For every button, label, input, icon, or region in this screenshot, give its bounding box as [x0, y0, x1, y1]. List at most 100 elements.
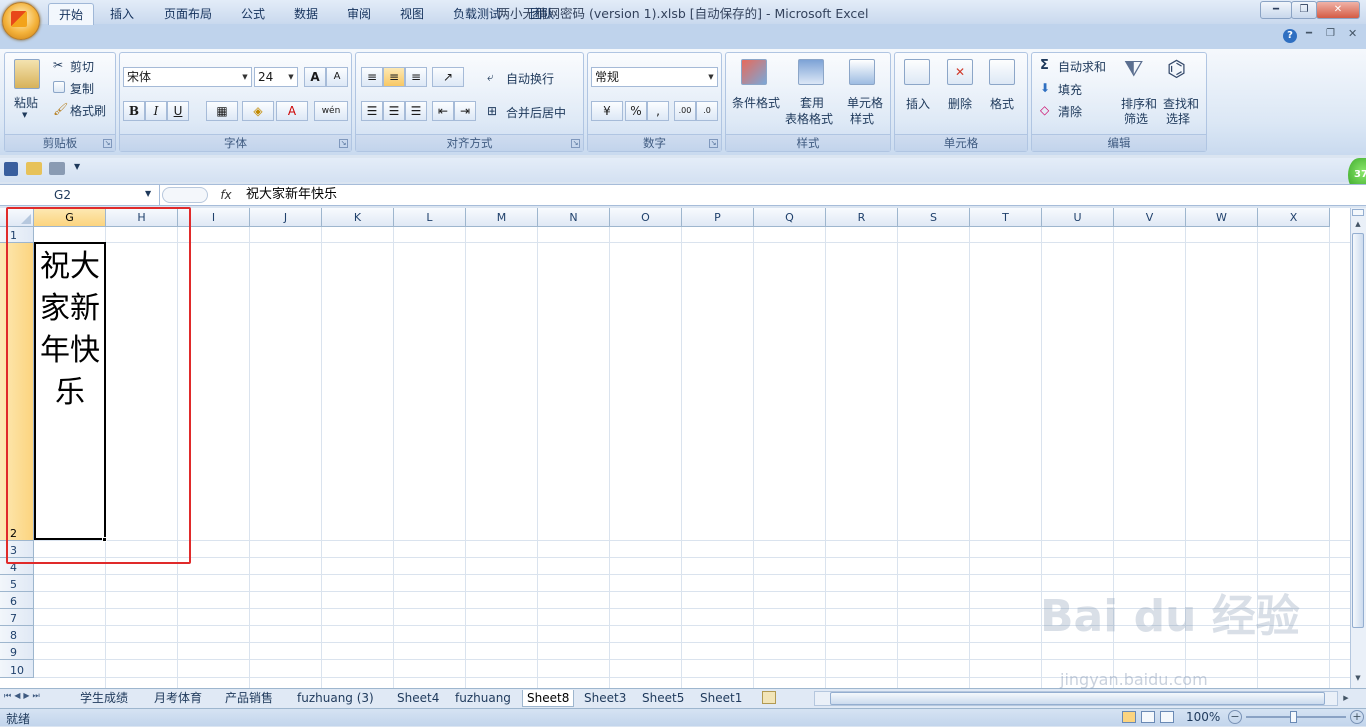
- font-name-combo[interactable]: 宋体 ▼: [123, 67, 252, 87]
- column-header-u[interactable]: U: [1042, 208, 1114, 227]
- format-as-table-label-1[interactable]: 套用: [800, 94, 824, 111]
- normal-view-icon[interactable]: [1122, 711, 1136, 723]
- cut-button[interactable]: 剪切: [70, 58, 94, 75]
- fill-color-button[interactable]: ◈: [242, 101, 274, 121]
- scroll-up-icon[interactable]: ▲: [1352, 218, 1364, 230]
- sheet-nav-icons[interactable]: ⏮◀▶⏭: [4, 691, 43, 701]
- orientation-icon[interactable]: ↗: [432, 67, 464, 87]
- insert-sheet-icon[interactable]: [762, 691, 776, 704]
- column-header-p[interactable]: P: [682, 208, 754, 227]
- conditional-format-button[interactable]: 条件格式: [732, 94, 780, 111]
- column-header-s[interactable]: S: [898, 208, 970, 227]
- column-header-m[interactable]: M: [466, 208, 538, 227]
- column-header-t[interactable]: T: [970, 208, 1042, 227]
- borders-button[interactable]: ▦: [206, 101, 238, 121]
- row-header-8[interactable]: 8: [0, 626, 34, 643]
- paste-button[interactable]: 粘贴: [14, 94, 38, 111]
- customize-qat-icon[interactable]: ▼: [74, 162, 80, 171]
- increase-indent-icon[interactable]: ⇥: [454, 101, 476, 121]
- format-painter-button[interactable]: 格式刷: [70, 102, 106, 119]
- page-layout-view-icon[interactable]: [1141, 711, 1155, 723]
- split-box[interactable]: [1352, 209, 1364, 216]
- copy-button[interactable]: 复制: [70, 80, 94, 97]
- decrease-decimal-icon[interactable]: .0: [696, 101, 718, 121]
- tab-view[interactable]: 视图: [394, 3, 430, 25]
- fill-button[interactable]: 填充: [1058, 81, 1082, 98]
- close-button[interactable]: ✕: [1316, 1, 1360, 19]
- find-select-label-2[interactable]: 选择: [1166, 110, 1190, 127]
- tab-load-test[interactable]: 负载测试: [447, 3, 507, 25]
- scroll-right-icon[interactable]: ▶: [1340, 692, 1352, 704]
- autosum-button[interactable]: 自动求和: [1058, 58, 1106, 75]
- minimize-button[interactable]: ━: [1260, 1, 1292, 19]
- zoom-level[interactable]: 100%: [1186, 710, 1220, 724]
- comma-button[interactable]: ,: [647, 101, 669, 121]
- align-top-icon[interactable]: ≡: [361, 67, 383, 87]
- align-right-icon[interactable]: ☰: [405, 101, 427, 121]
- sheet-tab-sheet1[interactable]: Sheet1: [696, 690, 746, 707]
- print-icon[interactable]: [49, 162, 65, 175]
- row-header-10[interactable]: 10: [0, 660, 34, 678]
- alignment-launcher-icon[interactable]: ↘: [571, 139, 580, 148]
- sheet-tab-fuzhuang[interactable]: fuzhuang: [451, 690, 515, 707]
- merge-center-button[interactable]: 合并后居中: [506, 104, 566, 121]
- cell-styles-label-2[interactable]: 样式: [850, 110, 874, 127]
- vertical-scroll-thumb[interactable]: [1352, 233, 1364, 628]
- font-size-combo[interactable]: 24 ▼: [254, 67, 298, 87]
- paste-dropdown-icon[interactable]: ▼: [22, 111, 27, 119]
- formula-input[interactable]: 祝大家新年快乐: [246, 185, 337, 205]
- name-box-dropdown-icon[interactable]: ▼: [145, 189, 151, 198]
- tab-data[interactable]: 数据: [288, 3, 324, 25]
- insert-function-button[interactable]: fx: [216, 185, 236, 205]
- name-box[interactable]: G2: [0, 185, 160, 205]
- sheet-tab--[interactable]: 月考体育: [150, 690, 206, 707]
- grow-font-button[interactable]: A: [304, 67, 326, 87]
- cell-styles-label-1[interactable]: 单元格: [847, 94, 883, 111]
- format-cells-button[interactable]: 格式: [990, 95, 1014, 112]
- number-launcher-icon[interactable]: ↘: [709, 139, 718, 148]
- column-header-r[interactable]: R: [826, 208, 898, 227]
- percent-button[interactable]: %: [625, 101, 647, 121]
- row-header-5[interactable]: 5: [0, 575, 34, 592]
- column-header-x[interactable]: X: [1258, 208, 1330, 227]
- sheet-tab-fuzhuang-3-[interactable]: fuzhuang (3): [293, 690, 378, 707]
- decrease-indent-icon[interactable]: ⇤: [432, 101, 454, 121]
- help-icon[interactable]: ?: [1283, 29, 1297, 43]
- ribbon-minimize-icon[interactable]: ━: [1306, 28, 1312, 39]
- sheet-tab--[interactable]: 学生成绩: [76, 690, 132, 707]
- row-header-7[interactable]: 7: [0, 609, 34, 626]
- clear-button[interactable]: 清除: [1058, 103, 1082, 120]
- maximize-button[interactable]: ❐: [1291, 1, 1317, 19]
- underline-button[interactable]: U: [167, 101, 189, 121]
- font-color-button[interactable]: A: [276, 101, 308, 121]
- phonetic-button[interactable]: wén: [314, 101, 348, 121]
- align-left-icon[interactable]: ☰: [361, 101, 383, 121]
- tab-review[interactable]: 审阅: [341, 3, 377, 25]
- bold-button[interactable]: B: [123, 101, 145, 121]
- tab-home[interactable]: 开始: [48, 3, 94, 25]
- increase-decimal-icon[interactable]: .00: [674, 101, 696, 121]
- sheet-tab-sheet3[interactable]: Sheet3: [580, 690, 630, 707]
- tab-team[interactable]: 团队: [524, 3, 560, 25]
- row-header-9[interactable]: 9: [0, 643, 34, 660]
- column-header-v[interactable]: V: [1114, 208, 1186, 227]
- number-format-combo[interactable]: 常规 ▼: [591, 67, 718, 87]
- shrink-font-button[interactable]: A: [326, 67, 348, 87]
- delete-cells-button[interactable]: 删除: [948, 95, 972, 112]
- scroll-down-icon[interactable]: ▼: [1352, 672, 1364, 684]
- sort-filter-label-2[interactable]: 筛选: [1124, 110, 1148, 127]
- save-icon[interactable]: [4, 162, 18, 176]
- ribbon-restore-icon[interactable]: ❐: [1326, 28, 1335, 39]
- column-header-l[interactable]: L: [394, 208, 466, 227]
- sheet-tab-sheet4[interactable]: Sheet4: [393, 690, 443, 707]
- column-header-n[interactable]: N: [538, 208, 610, 227]
- clipboard-launcher-icon[interactable]: ↘: [103, 139, 112, 148]
- sheet-tab-sheet5[interactable]: Sheet5: [638, 690, 688, 707]
- column-header-k[interactable]: K: [322, 208, 394, 227]
- zoom-slider-thumb[interactable]: [1290, 711, 1297, 723]
- formula-bar-expander[interactable]: [162, 187, 208, 203]
- sheet-tab-sheet8[interactable]: Sheet8: [522, 690, 575, 707]
- wrap-text-button[interactable]: 自动换行: [506, 70, 554, 87]
- row-header-6[interactable]: 6: [0, 592, 34, 609]
- tab-insert[interactable]: 插入: [104, 3, 140, 25]
